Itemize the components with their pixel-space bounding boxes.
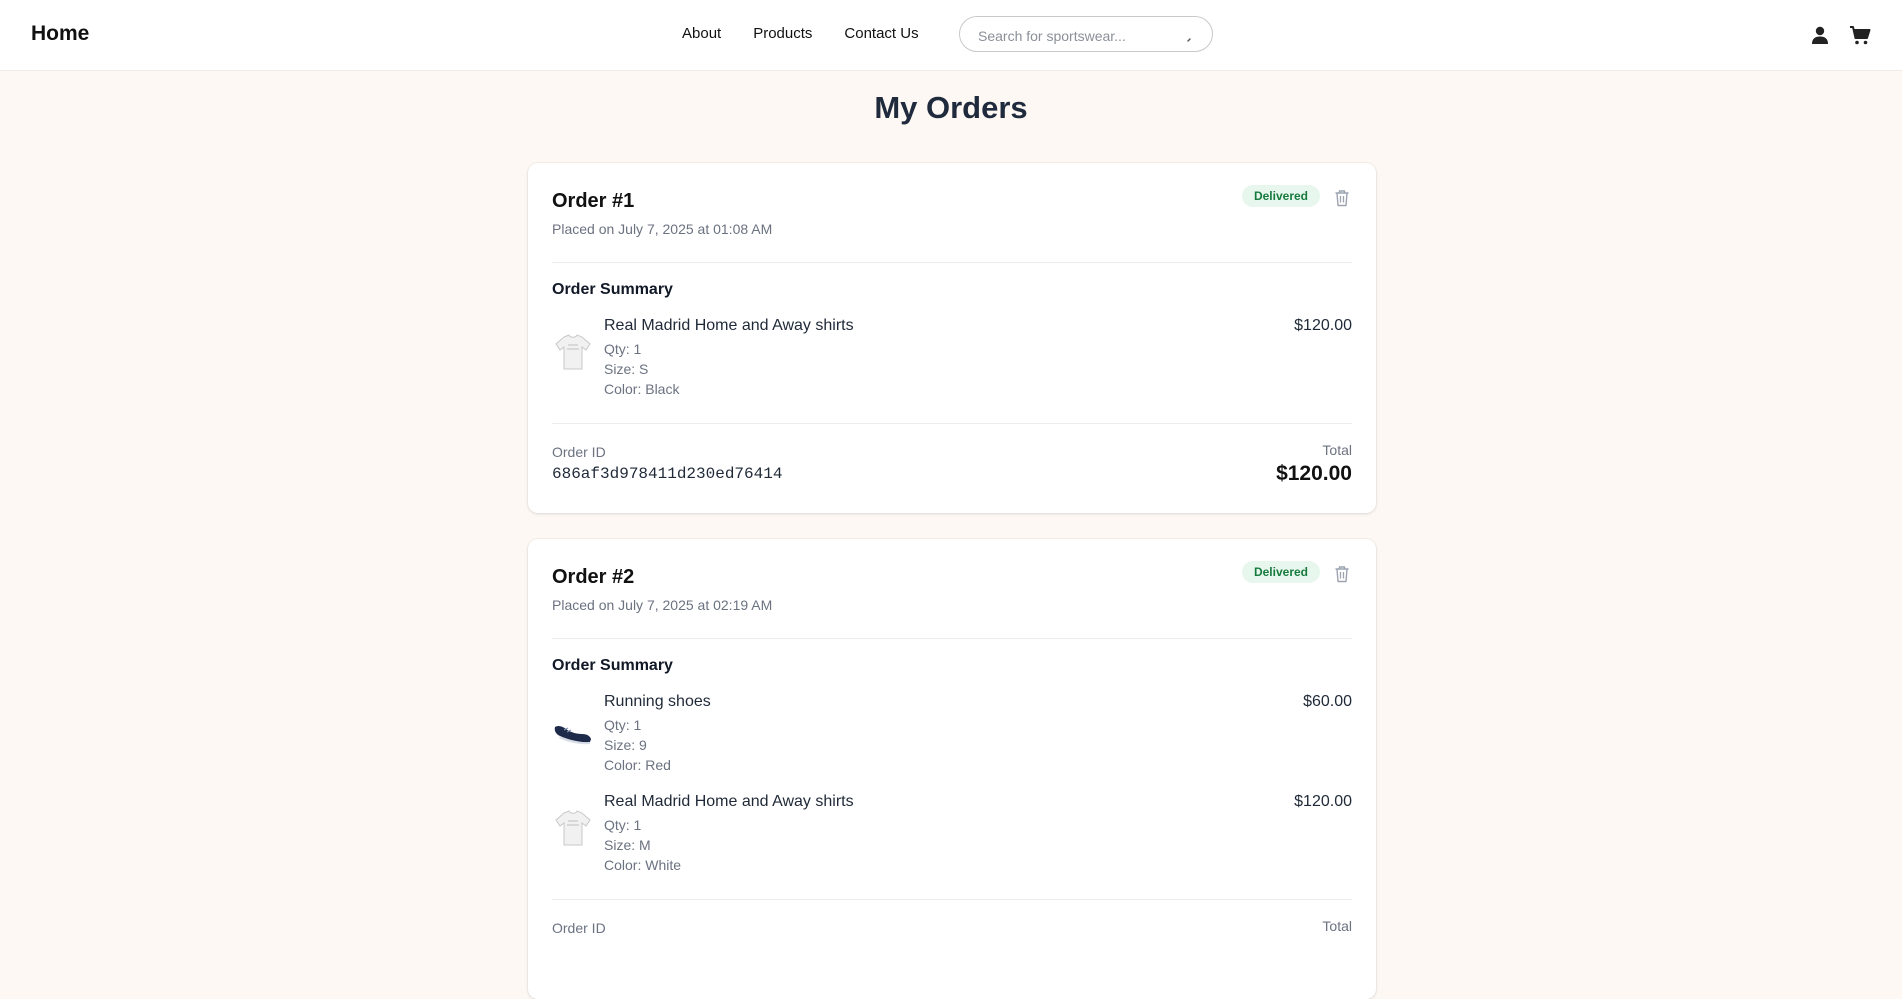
divider	[552, 899, 1352, 900]
item-qty: Qty: 1	[604, 817, 642, 833]
order-id-label: Order ID	[552, 444, 606, 460]
order-date: Placed on July 7, 2025 at 01:08 AM	[552, 221, 773, 237]
search-box	[959, 16, 1213, 52]
user-icon[interactable]	[1810, 25, 1830, 45]
total-label: Total	[1322, 442, 1352, 458]
divider	[552, 423, 1352, 424]
order-item: Real Madrid Home and Away shirts Qty: 1 …	[552, 793, 1352, 873]
order-id-label: Order ID	[552, 920, 606, 936]
item-qty: Qty: 1	[604, 341, 642, 357]
order-date: Placed on July 7, 2025 at 02:19 AM	[552, 597, 773, 613]
top-navbar: Home About Products Contact Us	[0, 0, 1902, 71]
item-name: Real Madrid Home and Away shirts	[604, 793, 854, 810]
item-price: $60.00	[1303, 693, 1352, 710]
order-item: Real Madrid Home and Away shirts Qty: 1 …	[552, 317, 1352, 397]
item-price: $120.00	[1294, 793, 1352, 810]
item-color: Color: Red	[604, 757, 671, 773]
order-summary-title: Order Summary	[552, 657, 673, 674]
item-color: Color: White	[604, 857, 682, 873]
order-card: Order #2 Placed on July 7, 2025 at 02:19…	[528, 539, 1376, 999]
trash-icon[interactable]	[1334, 565, 1350, 583]
item-qty: Qty: 1	[604, 717, 642, 733]
total-value: $120.00	[1276, 462, 1352, 485]
order-title: Order #1	[552, 190, 635, 212]
order-title: Order #2	[552, 566, 635, 588]
divider	[552, 638, 1352, 639]
item-size: Size: M	[604, 837, 651, 853]
status-badge: Delivered	[1241, 561, 1320, 583]
search-input[interactable]	[976, 26, 1180, 46]
item-name: Running shoes	[604, 693, 711, 710]
total-label: Total	[1322, 918, 1352, 934]
cart-icon[interactable]	[1849, 24, 1871, 46]
item-price: $120.00	[1294, 317, 1352, 334]
item-size: Size: 9	[604, 737, 647, 753]
page-title: My Orders	[874, 90, 1028, 125]
status-badge: Delivered	[1241, 185, 1320, 207]
order-id-value: 686af3d978411d230ed76414	[552, 465, 783, 483]
shirt-icon	[555, 334, 591, 370]
item-size: Size: S	[604, 361, 649, 377]
home-link[interactable]: Home	[31, 22, 89, 46]
nav-contact-us[interactable]: Contact Us	[844, 25, 918, 42]
divider	[552, 262, 1352, 263]
item-color: Color: Black	[604, 381, 680, 397]
search-icon[interactable]	[1186, 29, 1200, 43]
nav-products[interactable]: Products	[753, 25, 812, 42]
item-name: Real Madrid Home and Away shirts	[604, 317, 854, 334]
shirt-icon	[555, 810, 591, 846]
shoe-icon	[554, 725, 591, 745]
order-summary-title: Order Summary	[552, 281, 673, 298]
trash-icon[interactable]	[1334, 189, 1350, 207]
order-item: Running shoes Qty: 1 Size: 9 Color: Red …	[552, 693, 1352, 773]
order-card: Order #1 Placed on July 7, 2025 at 01:08…	[528, 163, 1376, 513]
main-nav: About Products Contact Us	[682, 25, 919, 42]
nav-about[interactable]: About	[682, 25, 721, 42]
